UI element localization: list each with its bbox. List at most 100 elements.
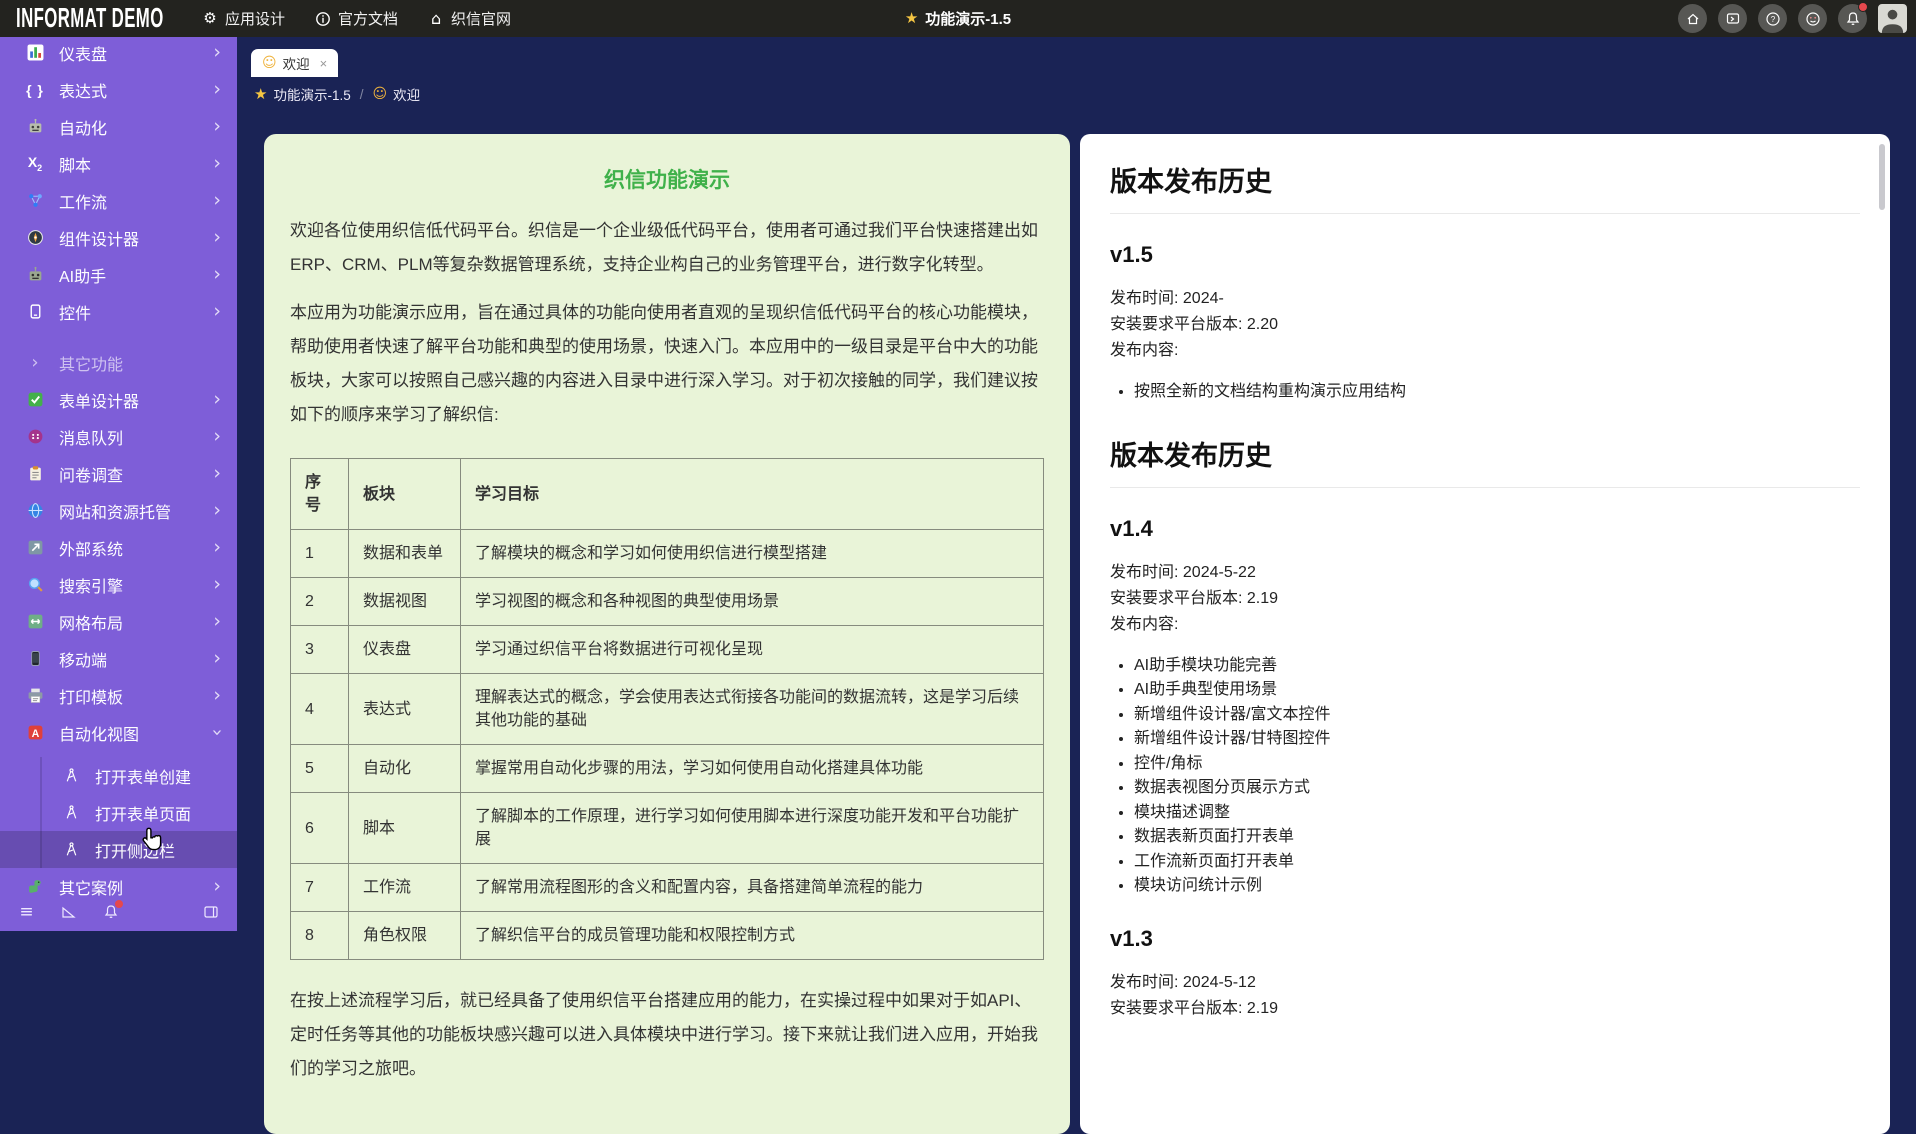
sidebar-item-表单设计器[interactable]: 表单设计器› (0, 381, 237, 418)
home-circle-button[interactable] (1678, 4, 1707, 33)
table-cell: 了解脚本的工作原理，进行学习如何使用脚本进行深度功能开发和平台功能扩展 (461, 793, 1044, 864)
help-button[interactable]: ? (1758, 4, 1787, 33)
sidebar-item-表达式[interactable]: { }表达式› (0, 71, 237, 108)
topbar-menu-item-2[interactable]: 官方文档 (315, 8, 398, 29)
sidebar-item-label: 问卷调查 (59, 462, 123, 486)
breadcrumb-page[interactable]: ☺ 欢迎 (372, 84, 420, 104)
sidebar-item-自动化视图[interactable]: A自动化视图› (0, 714, 237, 751)
version-meta-line: 发布时间: 2024-5-12 (1110, 970, 1860, 996)
table-cell: 学习通过织信平台将数据进行可视化呈现 (461, 626, 1044, 674)
breadcrumb-app[interactable]: ★ 功能演示-1.5 (254, 84, 351, 104)
sidebar-item-控件[interactable]: 控件› (0, 293, 237, 330)
sidebar-item-网格布局[interactable]: 网格布局› (0, 603, 237, 640)
sidebar-item-移动端[interactable]: 移动端› (0, 640, 237, 677)
sidebar-item-label: 消息队列 (59, 425, 123, 449)
table-cell: 工作流 (349, 864, 461, 912)
sidebar-item-网站和资源托管[interactable]: 网站和资源托管› (0, 492, 237, 529)
sidebar-item-自动化[interactable]: 自动化› (0, 108, 237, 145)
topbar-menu: ⚙应用设计 官方文档 ⌂织信官网 (202, 8, 511, 29)
table-cell: 学习视图的概念和各种视图的典型使用场景 (461, 578, 1044, 626)
table-cell: 5 (291, 745, 349, 793)
info-icon (315, 11, 331, 27)
sidebar-item-AI助手[interactable]: AI助手› (0, 256, 237, 293)
table-cell: 了解常用流程图形的含义和配置内容，具备搭建简单流程的能力 (461, 864, 1044, 912)
topbar-actions: ? (1678, 0, 1907, 37)
topbar-menu-item-3[interactable]: ⌂织信官网 (428, 8, 511, 29)
sidebar-item-搜索引擎[interactable]: 搜索引擎› (0, 566, 237, 603)
version-heading-v1.3: v1.3 (1110, 926, 1860, 952)
automation-icon (26, 118, 44, 136)
table-row: 7工作流了解常用流程图形的含义和配置内容，具备搭建简单流程的能力 (291, 864, 1044, 912)
sidebar-item-label: 自动化视图 (59, 721, 139, 745)
chevron-down-icon: › (208, 729, 227, 737)
sidebar-item-label: 打开表单页面 (95, 801, 191, 825)
ruler-icon[interactable] (60, 904, 77, 921)
sidebar-item-外部系统[interactable]: 外部系统› (0, 529, 237, 566)
release-sections: 版本发布历史v1.5发布时间: 2024-安装要求平台版本: 2.20发布内容:… (1110, 160, 1860, 1022)
tab-close-icon[interactable]: × (320, 56, 328, 71)
app-title[interactable]: ★ 功能演示-1.5 (905, 8, 1011, 29)
sidebar-item-label: 控件 (59, 300, 91, 324)
collapse-sidebar-icon[interactable] (202, 904, 219, 921)
smiley-icon: ☺ (372, 87, 387, 101)
version-change-item: 模块描述调整 (1134, 801, 1860, 825)
sidebar-item-label: 组件设计器 (59, 226, 139, 250)
sidebar-item-打开侧边栏[interactable]: 打开侧边栏 (0, 831, 237, 868)
chevron-right-icon: › (213, 612, 221, 631)
table-cell: 理解表达式的概念，学会使用表达式衔接各功能间的数据流转，这是学习后续其他功能的基… (461, 674, 1044, 745)
sidebar-item-其它功能[interactable]: ›其它功能 (0, 344, 237, 381)
sidebar-item-脚本[interactable]: X2脚本› (0, 145, 237, 182)
website-hosting-icon (26, 502, 44, 520)
version-heading-v1.5: v1.5 (1110, 242, 1860, 268)
user-avatar[interactable] (1878, 4, 1907, 33)
sidebar-item-label: 打印模板 (59, 684, 123, 708)
star-icon: ★ (905, 11, 918, 26)
table-cell: 数据视图 (349, 578, 461, 626)
tab-欢迎[interactable]: ☺欢迎× (251, 49, 338, 77)
sidebar-item-打开表单创建[interactable]: 打开表单创建 (0, 757, 237, 794)
notification-button[interactable] (1838, 4, 1867, 33)
sidebar-item-消息队列[interactable]: 消息队列› (0, 418, 237, 455)
app-window: { "topbar": { "logo": "INFORMAT DEMO", "… (0, 0, 1916, 931)
chevron-right-icon: › (213, 464, 221, 483)
table-cell: 了解模块的概念和学习如何使用织信进行模型搭建 (461, 530, 1044, 578)
topbar-menu-label: 官方文档 (338, 8, 398, 29)
scrollbar-thumb[interactable] (1879, 144, 1885, 210)
survey-icon (26, 465, 44, 483)
sidebar-item-label: 移动端 (59, 647, 107, 671)
table-cell: 2 (291, 578, 349, 626)
form-designer-icon (26, 391, 44, 409)
home-icon: ⌂ (428, 11, 444, 27)
breadcrumb: ★ 功能演示-1.5 / ☺ 欢迎 (254, 84, 420, 104)
version-change-item: 模块访问统计示例 (1134, 874, 1860, 898)
version-change-item: 数据表新页面打开表单 (1134, 825, 1860, 849)
sidebar-item-组件设计器[interactable]: 组件设计器› (0, 219, 237, 256)
sidebar-item-打开表单页面[interactable]: 打开表单页面 (0, 794, 237, 831)
breadcrumb-app-label: 功能演示-1.5 (273, 84, 350, 104)
version-changes-list: AI助手模块功能完善AI助手典型使用场景新增组件设计器/富文本控件新增组件设计器… (1110, 654, 1860, 898)
menu-icon[interactable]: ≡ (18, 904, 35, 921)
version-change-item: 新增组件设计器/富文本控件 (1134, 703, 1860, 727)
feedback-button[interactable] (1798, 4, 1827, 33)
bell-icon[interactable] (102, 904, 119, 921)
ai-assistant-icon (26, 266, 44, 284)
message-button[interactable] (1718, 4, 1747, 33)
sidebar-item-label: 搜索引擎 (59, 573, 123, 597)
sidebar-item-label: 仪表盘 (59, 41, 107, 65)
version-meta-line: 安装要求平台版本: 2.20 (1110, 312, 1860, 338)
table-header-cell: 序号 (291, 459, 349, 530)
notification-icon (1845, 11, 1861, 27)
table-cell: 表达式 (349, 674, 461, 745)
sidebar-item-label: 表单设计器 (59, 388, 139, 412)
sidebar-item-问卷调查[interactable]: 问卷调查 › (0, 455, 237, 492)
sidebar-item-工作流[interactable]: 工作流› (0, 182, 237, 219)
version-change-item: 按照全新的文档结构重构演示应用结构 (1134, 380, 1860, 404)
welcome-paragraph-1: 欢迎各位使用织信低代码平台。织信是一个企业级低代码平台，使用者可通过我们平台快速… (290, 214, 1044, 282)
sidebar-item-仪表盘[interactable]: 仪表盘› (0, 34, 237, 71)
chevron-right-icon: › (26, 354, 44, 372)
table-row: 1数据和表单了解模块的概念和学习如何使用织信进行模型搭建 (291, 530, 1044, 578)
compass-icon (62, 767, 80, 785)
sidebar-item-打印模板[interactable]: 打印模板› (0, 677, 237, 714)
sidebar-item-label: 网站和资源托管 (59, 499, 171, 523)
topbar-menu-item-1[interactable]: ⚙应用设计 (202, 8, 285, 29)
